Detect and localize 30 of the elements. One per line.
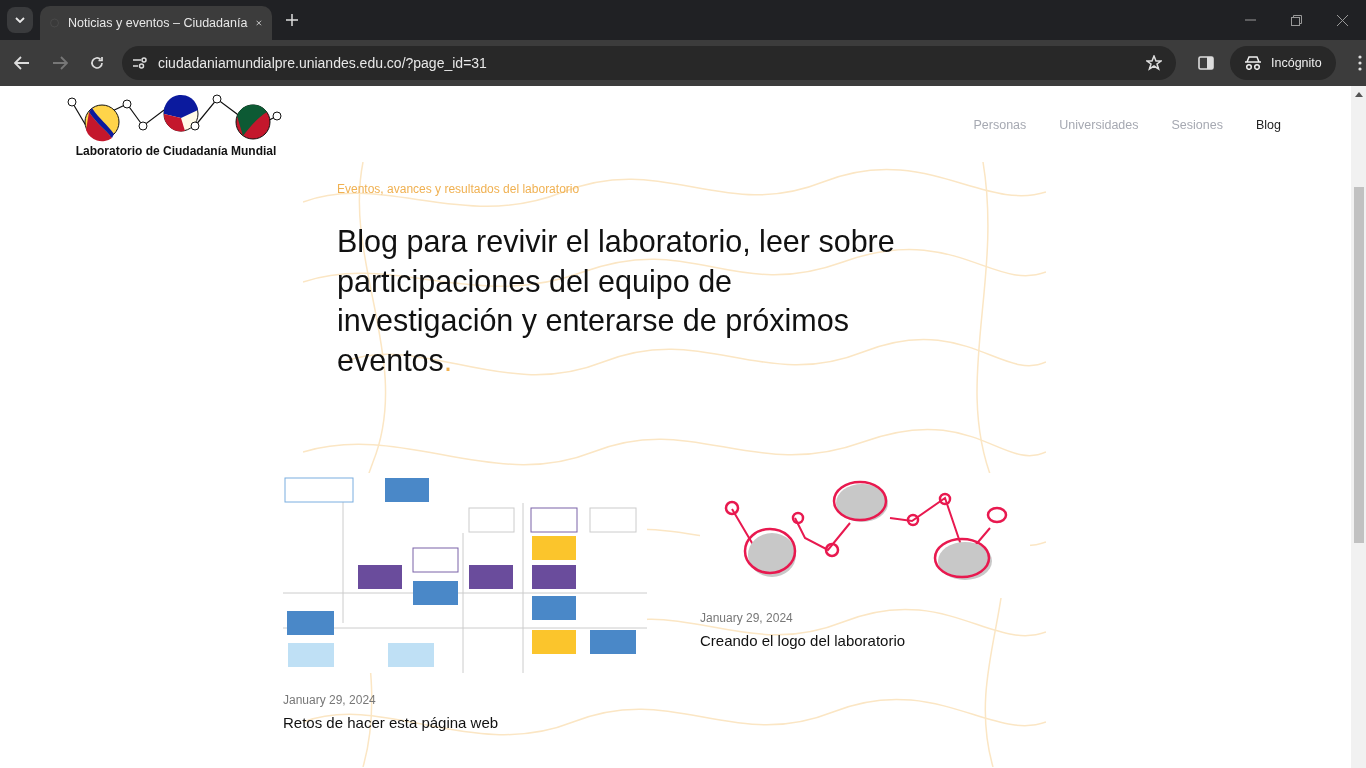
star-icon[interactable] (1146, 55, 1162, 71)
close-icon[interactable] (1337, 14, 1348, 26)
nav-link[interactable]: Blog (1255, 118, 1281, 132)
tab-list-button[interactable] (7, 7, 33, 33)
hero-eyebrow: Eventos, avances y resultados del laboratorio (337, 182, 581, 196)
side-panel-icon[interactable] (1198, 56, 1214, 70)
scrollbar[interactable] (1351, 86, 1366, 768)
site-settings-icon[interactable] (132, 56, 148, 70)
hero-heading: Blog para revivir el laboratorio, leer sobre participaciones del equipo de investigación y enterarse de próximos eventos. (337, 223, 896, 379)
scrollbar-thumb[interactable] (1353, 187, 1364, 543)
incognito-button[interactable]: Incógnito (1230, 46, 1336, 80)
reload-icon[interactable] (90, 56, 104, 70)
chevron-down-icon (15, 17, 25, 23)
browser-tab[interactable]: Noticias y eventos – Ciudadanía (40, 6, 272, 40)
forward-icon[interactable] (52, 56, 68, 70)
close-icon[interactable] (256, 18, 262, 28)
incognito-icon (1244, 56, 1262, 70)
restore-icon[interactable] (1291, 14, 1302, 26)
address-bar[interactable]: ciudadaniamundialpre.uniandes.edu.co/?page_id=31 (122, 46, 1176, 80)
url-text: ciudadaniamundialpre.uniandes.edu.co/?page_id=31 (158, 55, 488, 71)
post-date: January 29, 2024 (700, 611, 793, 625)
new-tab-icon[interactable] (286, 14, 298, 26)
logo-text: Laboratorio de Ciudadanía Mundial (75, 144, 277, 158)
menu-icon[interactable] (1357, 55, 1362, 71)
post-title-link[interactable]: Retos de hacer esta página web (283, 714, 499, 731)
post-title-link[interactable]: Creando el logo del laboratorio (700, 632, 906, 649)
tab-title: Noticias y eventos – Ciudadanía (68, 16, 248, 30)
back-icon[interactable] (14, 56, 30, 70)
post-date: January 29, 2024 (283, 693, 376, 707)
scroll-up-icon[interactable] (1354, 92, 1363, 97)
